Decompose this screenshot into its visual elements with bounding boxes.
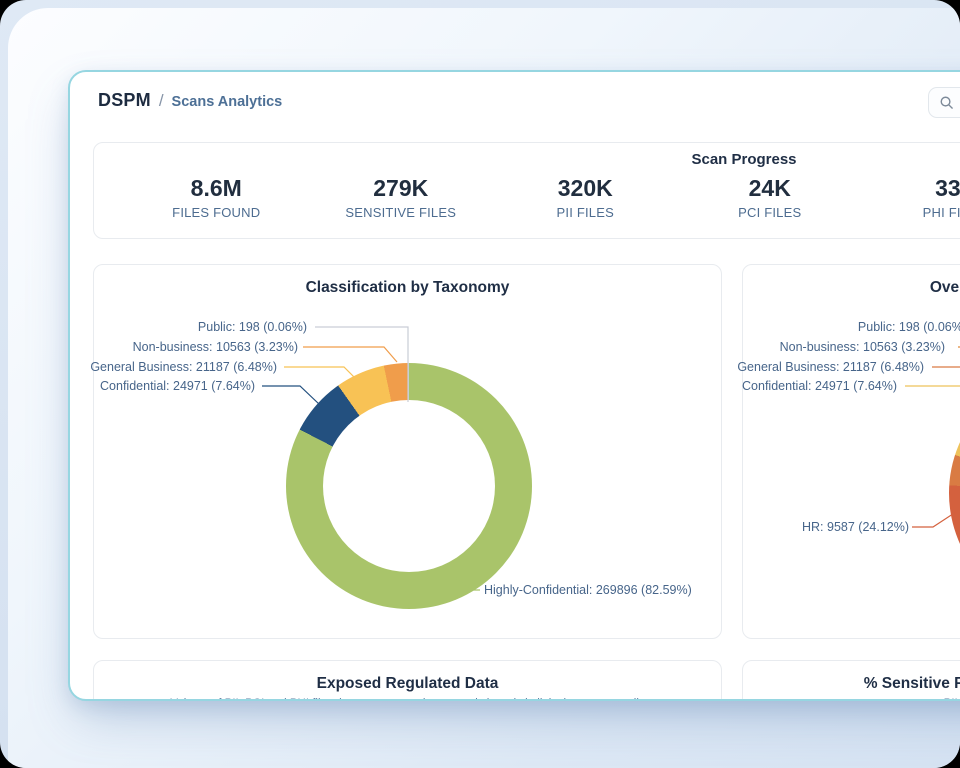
card-title: Exposed Regulated Data: [94, 675, 721, 693]
breadcrumb-dspm[interactable]: DSPM: [98, 90, 151, 111]
chart-title: Overshared Files by Classification: [743, 279, 960, 297]
chart-label-public: Public: 198 (0.06%): [858, 320, 960, 335]
stat-label: PII FILES: [493, 205, 678, 220]
scan-progress-card: Scan Progress 8.6M FILES FOUND 279K SENS…: [93, 142, 960, 239]
stat-label: FILES FOUND: [124, 205, 309, 220]
stat-phi-files: 330 PHI FILES: [862, 175, 960, 220]
percent-sensitive-files-card: % Sensitive Files (PII, PCI and PHI) Out…: [742, 660, 960, 701]
exposed-regulated-data-card: Exposed Regulated Data Volume of PII, PC…: [93, 660, 722, 701]
taxonomy-donut-chart[interactable]: [286, 363, 532, 609]
stat-value: 330: [862, 175, 960, 201]
breadcrumb-scans-analytics: Scans Analytics: [172, 94, 283, 110]
search-icon: [939, 95, 954, 110]
chart-label-general-business: General Business: 21187 (6.48%): [737, 360, 924, 375]
overshared-files-card: Overshared Files by Classification Publi…: [742, 264, 960, 639]
stat-value: 24K: [678, 175, 863, 201]
scan-progress-title: Scan Progress: [106, 151, 960, 168]
stat-pii-files: 320K PII FILES: [493, 175, 678, 220]
breadcrumb-separator: /: [159, 91, 164, 111]
stat-sensitive-files: 279K SENSITIVE FILES: [309, 175, 494, 220]
card-subtitle: PII, PCI, PHI files as % of total files …: [743, 698, 960, 701]
breadcrumb: DSPM / Scans Analytics: [98, 90, 282, 111]
search-button[interactable]: [928, 87, 960, 118]
chart-label-public: Public: 198 (0.06%): [198, 320, 307, 335]
classification-by-taxonomy-card: Classification by Taxonomy Public: 198 (…: [93, 264, 722, 639]
card-subtitle: Volume of PII, PCI and PHI files that ar…: [94, 698, 721, 701]
stat-pci-files: 24K PCI FILES: [678, 175, 863, 220]
app-window: DSPM / Scans Analytics Scan Progress 8.6…: [68, 70, 960, 701]
page-background: DSPM / Scans Analytics Scan Progress 8.6…: [0, 0, 960, 768]
header: DSPM / Scans Analytics: [70, 72, 960, 132]
chart-title: Classification by Taxonomy: [94, 279, 721, 297]
chart-label-hr: HR: 9587 (24.12%): [802, 520, 909, 535]
chart-label-confidential: Confidential: 24971 (7.64%): [742, 379, 897, 394]
chart-label-non-business: Non-business: 10563 (3.23%): [780, 340, 945, 355]
chart-label-non-business: Non-business: 10563 (3.23%): [133, 340, 298, 355]
chart-label-confidential: Confidential: 24971 (7.64%): [100, 379, 255, 394]
stat-value: 320K: [493, 175, 678, 201]
stat-files-found: 8.6M FILES FOUND: [124, 175, 309, 220]
stats-row: 8.6M FILES FOUND 279K SENSITIVE FILES 32…: [124, 175, 960, 220]
stat-label: PHI FILES: [862, 205, 960, 220]
card-title: % Sensitive Files (PII, PCI and PHI) Out…: [743, 675, 960, 693]
stat-value: 279K: [309, 175, 494, 201]
stat-value: 8.6M: [124, 175, 309, 201]
chart-label-general-business: General Business: 21187 (6.48%): [90, 360, 277, 375]
overshared-donut-chart[interactable]: [949, 370, 960, 616]
chart-label-highly-confidential: Highly-Confidential: 269896 (82.59%): [484, 583, 692, 598]
stat-label: PCI FILES: [678, 205, 863, 220]
stat-label: SENSITIVE FILES: [309, 205, 494, 220]
